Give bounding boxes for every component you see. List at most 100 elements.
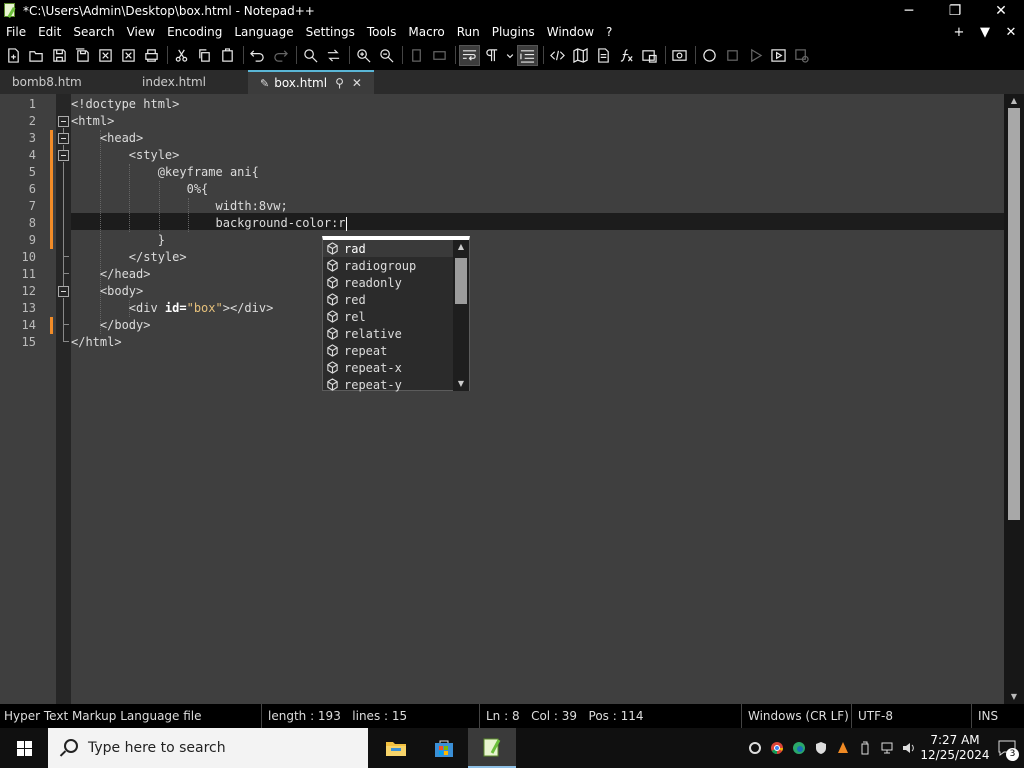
- fold-toggle-icon[interactable]: [58, 286, 69, 297]
- replace-icon[interactable]: [323, 45, 344, 66]
- usb-device-icon[interactable]: [854, 728, 876, 768]
- code-area[interactable]: <!doctype html> <html> <head> <style> @k…: [71, 94, 1004, 704]
- scroll-up-arrow-icon[interactable]: ▲: [1004, 94, 1024, 108]
- tray-app-icon[interactable]: [744, 728, 766, 768]
- autocomplete-item[interactable]: repeat-x: [323, 359, 453, 376]
- tab-bomb8[interactable]: bomb8.htm: [0, 70, 130, 94]
- scroll-up-arrow-icon[interactable]: ▲: [453, 240, 469, 254]
- menu-settings[interactable]: Settings: [300, 22, 361, 43]
- menu-file[interactable]: File: [0, 22, 32, 43]
- menu-search[interactable]: Search: [67, 22, 120, 43]
- copy-icon[interactable]: [194, 45, 215, 66]
- language-code-icon[interactable]: [547, 45, 568, 66]
- stop-recording-icon[interactable]: [722, 45, 743, 66]
- menu-help[interactable]: ?: [600, 22, 618, 43]
- paste-icon[interactable]: [217, 45, 238, 66]
- new-file-icon[interactable]: [3, 45, 24, 66]
- menu-edit[interactable]: Edit: [32, 22, 67, 43]
- microsoft-store-icon[interactable]: [420, 728, 468, 768]
- scrollbar-thumb[interactable]: [455, 258, 467, 304]
- zoom-out-icon[interactable]: [376, 45, 397, 66]
- new-tab-plus-icon[interactable]: +: [946, 25, 972, 40]
- autocomplete-item[interactable]: red: [323, 291, 453, 308]
- sync-horizontal-icon[interactable]: [429, 45, 450, 66]
- minimize-button[interactable]: ─: [886, 0, 932, 22]
- vertical-scrollbar[interactable]: ▲ ▼: [1004, 94, 1024, 704]
- close-all-icon[interactable]: [118, 45, 139, 66]
- close-file-icon[interactable]: [95, 45, 116, 66]
- edge-icon[interactable]: [788, 728, 810, 768]
- menu-tools[interactable]: Tools: [361, 22, 403, 43]
- menu-view[interactable]: View: [121, 22, 161, 43]
- sync-vertical-icon[interactable]: [406, 45, 427, 66]
- notepadpp-taskbar-icon[interactable]: [468, 728, 516, 768]
- maximize-button[interactable]: ❐: [932, 0, 978, 22]
- fold-toggle-icon[interactable]: [58, 150, 69, 161]
- folder-as-workspace-icon[interactable]: [639, 45, 660, 66]
- tab-list-dropdown-icon[interactable]: ▼: [972, 25, 998, 40]
- menu-window[interactable]: Window: [541, 22, 600, 43]
- autocomplete-item[interactable]: readonly: [323, 274, 453, 291]
- zoom-in-icon[interactable]: [353, 45, 374, 66]
- save-all-icon[interactable]: [72, 45, 93, 66]
- fold-toggle-icon[interactable]: [58, 116, 69, 127]
- undo-icon[interactable]: [247, 45, 268, 66]
- word-wrap-icon[interactable]: [459, 44, 480, 66]
- cut-icon[interactable]: [171, 45, 192, 66]
- notification-center-icon[interactable]: 3: [990, 728, 1024, 768]
- record-macro-icon[interactable]: [699, 45, 720, 66]
- menu-macro[interactable]: Macro: [402, 22, 450, 43]
- line-number-gutter: 1 2 3 4 5 6 7 8 9 10 11 12 13 14 15: [0, 94, 56, 704]
- autocomplete-item[interactable]: repeat-y: [323, 376, 453, 393]
- indent-guide-dropdown-icon[interactable]: [505, 45, 515, 66]
- save-icon[interactable]: [49, 45, 70, 66]
- security-shield-icon[interactable]: [810, 728, 832, 768]
- monitoring-icon[interactable]: [669, 45, 690, 66]
- autocomplete-item[interactable]: repeat: [323, 342, 453, 359]
- save-macro-icon[interactable]: [791, 45, 812, 66]
- find-icon[interactable]: [300, 45, 321, 66]
- indent-guide-icon[interactable]: [517, 44, 538, 66]
- menu-language[interactable]: Language: [228, 22, 299, 43]
- close-button[interactable]: ✕: [978, 0, 1024, 22]
- chrome-icon[interactable]: [766, 728, 788, 768]
- autocomplete-item[interactable]: radiogroup: [323, 257, 453, 274]
- close-tab-icon[interactable]: ✕: [352, 76, 362, 90]
- document-list-icon[interactable]: [593, 45, 614, 66]
- code-line: @keyframe ani{: [71, 165, 259, 179]
- autocomplete-item[interactable]: rad: [323, 240, 453, 257]
- fold-end-marker: [63, 273, 69, 274]
- close-document-icon[interactable]: ✕: [998, 25, 1024, 40]
- scroll-down-arrow-icon[interactable]: ▼: [1004, 690, 1024, 704]
- run-macro-multiple-icon[interactable]: [768, 45, 789, 66]
- network-icon[interactable]: [876, 728, 898, 768]
- vlc-icon[interactable]: [832, 728, 854, 768]
- redo-icon[interactable]: [270, 45, 291, 66]
- scrollbar-thumb[interactable]: [1008, 108, 1020, 520]
- fold-toggle-icon[interactable]: [58, 133, 69, 144]
- autocomplete-scrollbar[interactable]: ▲ ▼: [453, 240, 469, 391]
- function-list-icon[interactable]: [616, 45, 637, 66]
- menu-encoding[interactable]: Encoding: [161, 22, 228, 43]
- tab-box[interactable]: ✎ box.html ⚲ ✕: [248, 70, 374, 94]
- tab-index[interactable]: index.html: [130, 70, 248, 94]
- code-line: <head>: [71, 131, 144, 145]
- autocomplete-item[interactable]: rel: [323, 308, 453, 325]
- volume-icon[interactable]: [898, 728, 920, 768]
- show-all-characters-icon[interactable]: [482, 45, 503, 66]
- open-folder-icon[interactable]: [26, 45, 47, 66]
- file-explorer-icon[interactable]: [372, 728, 420, 768]
- editor[interactable]: 1 2 3 4 5 6 7 8 9 10 11 12 13 14 15 <!do…: [0, 94, 1024, 704]
- menu-run[interactable]: Run: [451, 22, 486, 43]
- document-map-icon[interactable]: [570, 45, 591, 66]
- menu-plugins[interactable]: Plugins: [486, 22, 541, 43]
- pin-icon[interactable]: ⚲: [335, 76, 344, 90]
- start-button[interactable]: [0, 728, 48, 768]
- playback-macro-icon[interactable]: [745, 45, 766, 66]
- autocomplete-popup[interactable]: rad radiogroup readonly red rel relative…: [322, 236, 470, 393]
- taskbar-search[interactable]: Type here to search: [48, 728, 368, 768]
- scroll-down-arrow-icon[interactable]: ▼: [453, 377, 469, 391]
- clock[interactable]: 7:27 AM 12/25/2024: [920, 733, 990, 763]
- print-icon[interactable]: [141, 45, 162, 66]
- autocomplete-item[interactable]: relative: [323, 325, 453, 342]
